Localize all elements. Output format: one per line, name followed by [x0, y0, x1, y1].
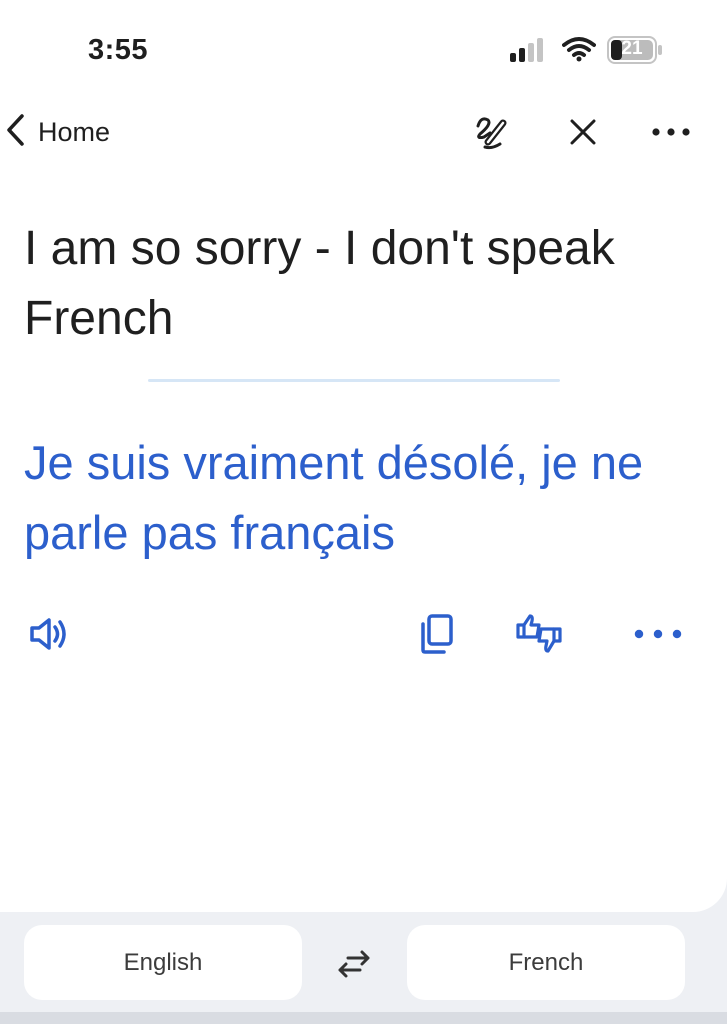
- cellular-signal-icon: [510, 38, 548, 67]
- top-nav: Home: [0, 100, 727, 164]
- status-time: 3:55: [88, 34, 149, 66]
- feedback-icon[interactable]: [513, 608, 565, 660]
- translation-card: 3:55 21 Home I am so sorry - I don't spe…: [0, 0, 727, 912]
- translated-text[interactable]: Je suis vraiment désolé, je ne parle pas…: [24, 428, 704, 568]
- status-bar: 3:55 21: [0, 0, 727, 100]
- battery-level: 21: [621, 38, 643, 59]
- back-button[interactable]: Home: [4, 112, 110, 152]
- close-icon[interactable]: [561, 110, 605, 154]
- swap-icon[interactable]: [330, 942, 378, 986]
- more-icon[interactable]: [649, 110, 693, 154]
- source-language-button[interactable]: English: [24, 925, 302, 1000]
- back-label: Home: [38, 116, 111, 147]
- wifi-icon: [562, 36, 596, 67]
- back-chevron-icon: [4, 112, 28, 153]
- more-icon[interactable]: [632, 608, 684, 660]
- copy-icon[interactable]: [411, 608, 463, 660]
- home-indicator-strip: [0, 1012, 727, 1024]
- source-text[interactable]: I am so sorry - I don't speak French: [24, 214, 684, 354]
- target-language-button[interactable]: French: [407, 925, 685, 1000]
- handwriting-icon[interactable]: [470, 110, 514, 154]
- divider: [148, 379, 560, 382]
- speaker-icon[interactable]: [22, 608, 74, 660]
